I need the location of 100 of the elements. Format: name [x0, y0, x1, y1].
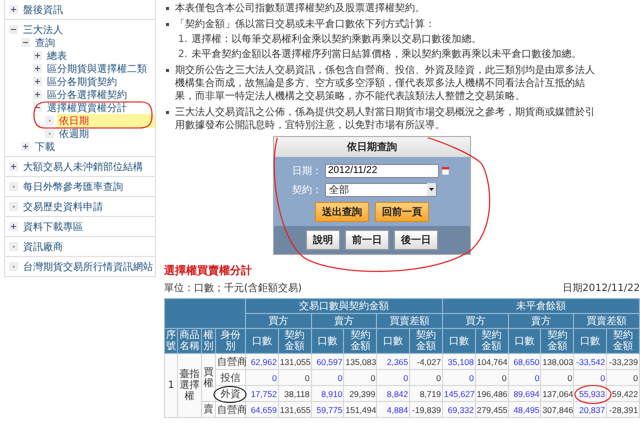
sidebar-item[interactable]: 三大法人: [21, 22, 65, 36]
collapse-icon[interactable]: [21, 38, 30, 47]
sidebar-item[interactable]: 區分各選擇權契約: [45, 88, 129, 102]
table-cell: 138,003: [540, 354, 574, 370]
table-cell: 307,846: [540, 402, 574, 418]
action-button[interactable]: 回前一頁: [375, 202, 429, 222]
header-cell: 賣方: [311, 314, 377, 328]
sidebar-item[interactable]: 區分各期貨契約: [45, 74, 119, 88]
table-cell: 0: [376, 370, 410, 386]
header-cell: 買賣差額: [574, 314, 640, 328]
table-cell: -4,027: [410, 354, 442, 370]
collapse-icon[interactable]: [9, 25, 18, 34]
expand-icon[interactable]: [33, 77, 42, 86]
table-cell: 279,455: [475, 402, 508, 418]
expand-icon[interactable]: [9, 162, 18, 171]
table-cell: 0: [311, 370, 344, 386]
expand-icon[interactable]: [21, 142, 30, 151]
expand-icon[interactable]: [9, 5, 18, 14]
table-cell: -33,239: [606, 354, 640, 370]
table-cell: -19,839: [410, 402, 442, 418]
nav-button[interactable]: 說明: [306, 230, 340, 250]
calendar-icon[interactable]: [442, 166, 449, 174]
sidebar-item[interactable]: 資料下載專區: [21, 220, 85, 234]
sidebar-item[interactable]: 總表: [45, 48, 69, 62]
table-cell: 38,118: [278, 386, 312, 402]
table-cell: 35,108: [442, 354, 476, 370]
sidebar-item[interactable]: 資訊廠商: [21, 240, 65, 254]
date-field[interactable]: 2012/11/22: [325, 164, 439, 178]
table-cell: 0: [344, 370, 377, 386]
sidebar-item[interactable]: 下載: [33, 140, 57, 154]
sidebar-item[interactable]: 交易歷史資料申請: [21, 200, 105, 214]
step-number: 1.: [178, 33, 188, 46]
table-cell: 自營商: [216, 354, 246, 370]
table-cell: 8,719: [410, 386, 442, 402]
table-cell: 48,495: [508, 402, 541, 418]
bullet-icon: [9, 262, 18, 271]
bullet-icon: [166, 23, 169, 26]
header-cell: 口數: [246, 328, 278, 354]
nav-button[interactable]: 後一日: [394, 230, 438, 250]
table-cell: 196,486: [475, 386, 508, 402]
sidebar-item[interactable]: 依日期: [57, 114, 155, 128]
table-cell: 29,399: [344, 386, 377, 402]
contract-select[interactable]: 全部: [325, 182, 437, 196]
sidebar-item[interactable]: 區分期貨與選擇權二類: [45, 62, 149, 76]
bullet-icon: [166, 7, 169, 10]
date-label: 日期：: [291, 164, 322, 178]
table-cell: 0: [442, 370, 476, 386]
action-button[interactable]: 送出查詢: [315, 202, 369, 222]
header-cell: 買方: [246, 314, 312, 328]
bullet-icon: [166, 69, 169, 72]
header-cell: 口數: [508, 328, 541, 354]
header-cell: 契約金額: [344, 328, 377, 354]
table-cell: 1: [164, 354, 178, 418]
note-text: 三大法人交易資訊之公佈，係為提供交易人對當日期貨市場交易概況之參考，期貨商或媒體於引用數據發布公開訊息時，宜特別注意，以免對市場有所誤導。: [175, 106, 596, 132]
table-cell: 151,494: [344, 402, 377, 418]
bullet-icon: [45, 129, 54, 138]
header-cell: 買方: [442, 314, 508, 328]
bullet-icon: [9, 242, 18, 251]
expand-icon[interactable]: [33, 64, 42, 73]
table-cell: 131,655: [278, 402, 312, 418]
header-cell: 契約金額: [278, 328, 312, 354]
table-cell: 60,597: [311, 354, 344, 370]
report-date: 日期2012/11/22: [562, 282, 640, 295]
report-title: 選擇權買賣權分計: [164, 263, 253, 278]
header-cell: 買賣差額: [376, 314, 442, 328]
nav-button[interactable]: 前一日: [345, 230, 389, 250]
table-cell: 17,752: [246, 386, 278, 402]
expand-icon[interactable]: [33, 90, 42, 99]
expand-icon[interactable]: [9, 222, 18, 231]
header-cell: 序號: [164, 328, 178, 354]
table-cell: -28,391: [606, 402, 640, 418]
bullet-icon: [166, 111, 169, 114]
header-cell: 口數: [311, 328, 344, 354]
hand-drawn-circle: [574, 384, 612, 404]
sidebar-item[interactable]: 查詢: [33, 36, 57, 50]
table-cell: 投信: [216, 370, 246, 386]
table-cell: 0: [278, 370, 312, 386]
unit-text: 單位：口數；千元(含鉅額交易): [164, 282, 302, 295]
table-cell: 買權: [202, 354, 216, 402]
table-cell: 135,083: [344, 354, 377, 370]
sidebar-item[interactable]: 盤後資訊: [21, 2, 65, 16]
sidebar-item[interactable]: 台灣期貨交易所行情資訊網站: [21, 260, 155, 274]
sidebar-item[interactable]: 依週期: [57, 126, 91, 140]
step-number: 2.: [178, 48, 188, 61]
table-cell: 0: [606, 370, 640, 386]
sidebar-item[interactable]: 每日外幣參考匯率查詢: [21, 180, 125, 194]
note-text: 期交所公告之三大法人交易資訊，係包含自營商、投信、外資及陸資，此三類別均是由眾多法人機構集合而成，故無論是多方、空方或多空淨額，僅代表眾多法人機構不同看法合計互抵的結果，而非單一特定法人機構之交易策略，亦不能代表該類法人整體之交易策略。: [175, 64, 596, 103]
table-cell: 0: [410, 370, 442, 386]
table-cell: 0: [475, 370, 508, 386]
table-cell: 8,910: [311, 386, 344, 402]
header-cell: 契約金額: [475, 328, 508, 354]
bullet-icon: [9, 182, 18, 191]
contract-label: 契約：: [291, 184, 322, 196]
expand-icon[interactable]: [33, 51, 42, 60]
table-cell: 64,659: [246, 402, 278, 418]
header-cell: 賣方: [508, 314, 574, 328]
table-cell: 62,962: [246, 354, 278, 370]
header-cell: 口數: [574, 328, 607, 354]
sidebar-item[interactable]: 選擇權買賣權分計: [45, 100, 129, 114]
sidebar-item[interactable]: 大額交易人未沖銷部位結構: [21, 160, 145, 174]
